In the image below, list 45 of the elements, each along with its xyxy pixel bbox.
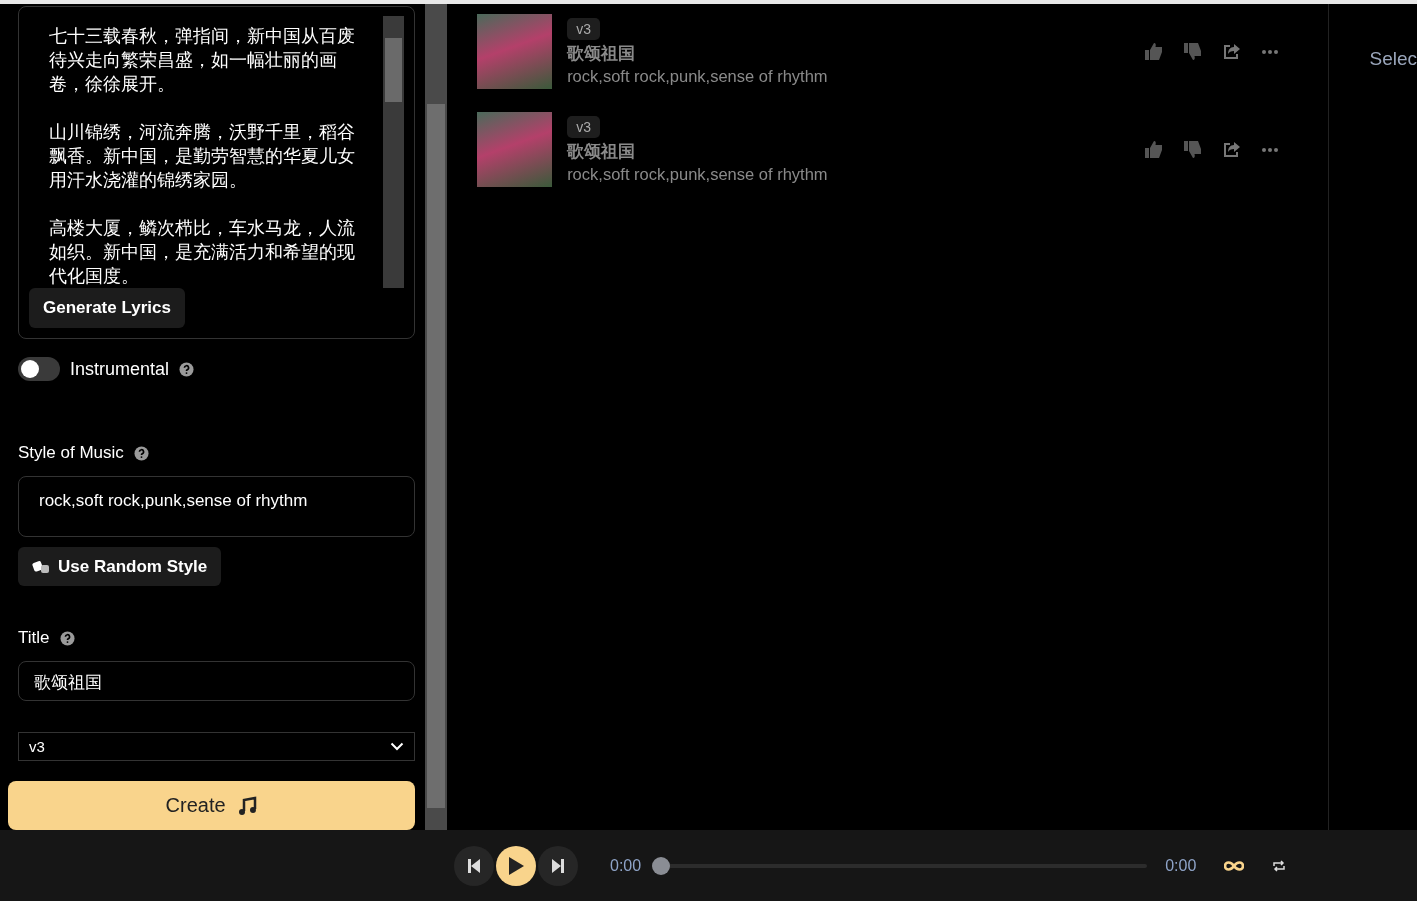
right-panel-text: Selec (1369, 48, 1417, 69)
random-style-button[interactable]: Use Random Style (18, 547, 222, 587)
next-button[interactable] (538, 845, 578, 886)
duration-time: 0:00 (1165, 856, 1197, 875)
scrollbar[interactable] (425, 4, 448, 830)
thumbs-down-icon[interactable] (1184, 141, 1203, 158)
progress-slider[interactable] (652, 856, 1148, 875)
scrollbar[interactable] (383, 16, 405, 288)
song-title[interactable]: 歌颂祖国 (567, 139, 1146, 163)
song-style: rock,soft rock,punk,sense of rhythm (567, 164, 829, 184)
thumbs-up-icon[interactable] (1145, 43, 1164, 60)
create-button[interactable]: Create (8, 781, 416, 830)
dice-icon (32, 559, 50, 574)
song-style: rock,soft rock,punk,sense of rhythm (567, 66, 829, 86)
thumbs-up-icon[interactable] (1145, 141, 1164, 158)
infinity-icon[interactable] (1224, 860, 1245, 871)
thumbs-down-icon[interactable] (1184, 43, 1203, 60)
share-icon[interactable] (1223, 43, 1242, 60)
instrumental-toggle[interactable] (18, 357, 60, 381)
play-button[interactable] (496, 845, 536, 886)
version-badge: v3 (567, 115, 600, 138)
song-title[interactable]: 歌颂祖国 (567, 41, 1146, 65)
title-field[interactable]: 歌颂祖国 (18, 661, 416, 702)
play-icon (507, 855, 525, 876)
model-select[interactable]: v3 (18, 732, 416, 762)
help-icon[interactable] (59, 630, 75, 646)
style-label: Style of Music (18, 443, 124, 463)
more-icon[interactable] (1262, 147, 1279, 152)
style-field[interactable]: rock,soft rock,punk,sense of rhythm (18, 476, 416, 538)
version-badge: v3 (567, 17, 600, 40)
title-label: Title (18, 628, 50, 649)
previous-button[interactable] (454, 845, 494, 886)
more-icon[interactable] (1262, 49, 1279, 54)
help-icon[interactable] (179, 361, 195, 377)
music-note-icon (237, 795, 258, 816)
share-icon[interactable] (1223, 141, 1242, 158)
help-icon[interactable] (133, 445, 149, 461)
elapsed-time: 0:00 (610, 856, 642, 875)
lyrics-field[interactable]: 七十三载春秋，弹指间，新中国从百废待兴走向繁荣昌盛，如一幅壮丽的画卷，徐徐展开。 山川锦绣，河流奔腾，沃野千里，稻谷飘香。新中国，是勤劳智慧的华夏儿女用汗水浇灌的锦绣家园。 高楼大厦，鳞次栉比，车水马龙，人流如织。新中国，是充满活力和希望的现代化国度。 (29, 16, 384, 288)
skip-forward-icon (551, 857, 565, 874)
generate-lyrics-button[interactable]: Generate Lyrics (29, 288, 185, 328)
repeat-icon[interactable] (1272, 858, 1287, 873)
instrumental-label: Instrumental (70, 358, 170, 380)
chevron-down-icon[interactable] (390, 742, 405, 752)
skip-back-icon (467, 857, 481, 874)
